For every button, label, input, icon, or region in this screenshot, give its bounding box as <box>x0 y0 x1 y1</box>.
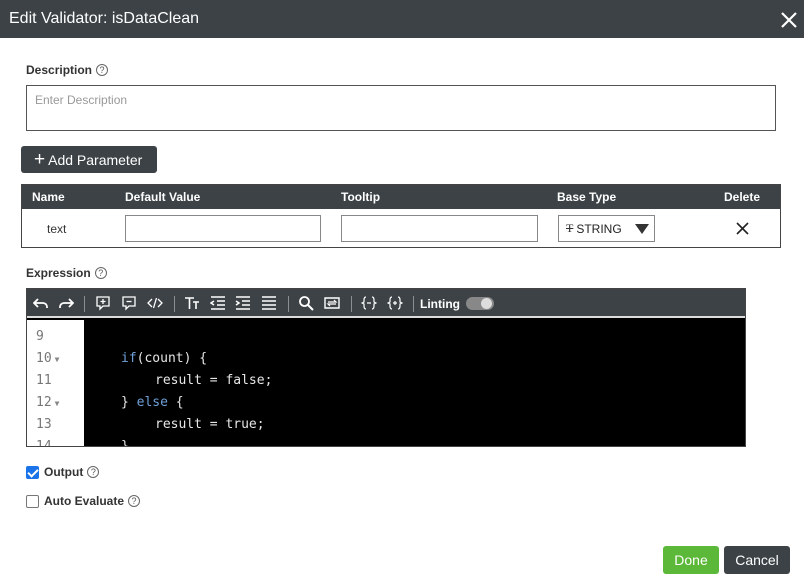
code-area[interactable]: if(count) { result = false; } else { res… <box>84 320 745 446</box>
toolbar-divider <box>413 296 414 312</box>
parameters-table: Name Default Value Tooltip Base Type Del… <box>21 184 781 248</box>
caret-down-icon <box>635 224 649 234</box>
expression-label: Expression? <box>26 266 107 280</box>
justify-icon[interactable] <box>260 294 278 312</box>
line-number: 10 ▼ <box>36 351 60 366</box>
fold-arrow-icon[interactable]: ▼ <box>55 399 60 408</box>
description-label: Description? <box>26 63 109 77</box>
line-number: 14 <box>36 439 52 446</box>
expand-brackets-icon[interactable] <box>386 294 404 312</box>
code-line: } <box>121 439 129 446</box>
linting-toggle[interactable] <box>466 297 494 310</box>
close-icon[interactable] <box>779 10 799 30</box>
auto-evaluate-checkbox[interactable] <box>26 495 39 508</box>
output-label: Output? <box>44 465 100 479</box>
toggle-knob <box>481 298 492 309</box>
add-parameter-button[interactable]: + Add Parameter <box>21 146 157 173</box>
cancel-button[interactable]: Cancel <box>724 546 790 574</box>
default-value-input[interactable] <box>125 215 321 242</box>
line-number: 13 <box>36 417 52 432</box>
line-number: 12 ▼ <box>36 395 60 410</box>
plus-icon: + <box>34 149 46 170</box>
help-icon[interactable]: ? <box>96 64 109 76</box>
code-line: result = true; <box>155 417 265 432</box>
string-type-icon: T <box>566 221 574 235</box>
search-icon[interactable] <box>297 294 315 312</box>
done-button[interactable]: Done <box>663 546 719 574</box>
delete-param-icon[interactable] <box>735 221 750 236</box>
line-number-gutter: 9 10▼ 11 12▼ 13 14 <box>27 320 84 446</box>
dialog-title: Edit Validator: isDataClean <box>9 10 200 27</box>
remove-comment-icon[interactable] <box>120 294 138 312</box>
toolbar-divider <box>351 296 352 312</box>
code-tag-icon[interactable] <box>146 294 164 312</box>
toolbar-divider <box>174 296 175 312</box>
param-name: text <box>47 222 67 236</box>
description-input[interactable]: Enter Description <box>26 85 776 131</box>
fold-arrow-icon[interactable]: ▼ <box>55 355 60 364</box>
base-type-value: STRING <box>576 221 622 236</box>
indent-icon[interactable] <box>234 294 252 312</box>
undo-icon[interactable] <box>32 294 50 312</box>
line-number: 9 <box>36 329 44 344</box>
output-checkbox[interactable] <box>26 466 39 479</box>
code-line: if(count) { <box>121 351 208 366</box>
column-header-delete: Delete <box>724 190 761 204</box>
help-icon[interactable]: ? <box>94 267 107 279</box>
toolbar-divider <box>84 296 85 312</box>
dialog-titlebar: Edit Validator: isDataClean <box>0 0 804 38</box>
redo-icon[interactable] <box>57 294 75 312</box>
toolbar-divider <box>288 296 289 312</box>
help-icon[interactable]: ? <box>87 466 100 478</box>
column-header-name: Name <box>32 190 65 204</box>
base-type-select[interactable]: T STRING <box>558 215 655 242</box>
add-parameter-label: Add Parameter <box>48 151 143 168</box>
description-placeholder: Enter Description <box>35 93 128 107</box>
auto-evaluate-label: Auto Evaluate? <box>44 494 141 508</box>
column-header-default-value: Default Value <box>125 190 201 204</box>
replace-icon[interactable] <box>323 294 341 312</box>
column-header-tooltip: Tooltip <box>341 190 381 204</box>
code-line: } else { <box>121 395 184 410</box>
line-number: 11 <box>36 373 52 388</box>
help-icon[interactable]: ? <box>128 495 141 507</box>
code-editor[interactable]: Linting 9 10▼ 11 12▼ 13 14 if(count) { r… <box>26 288 746 447</box>
collapse-brackets-icon[interactable] <box>360 294 378 312</box>
text-size-icon[interactable] <box>183 294 201 312</box>
code-line: result = false; <box>155 373 273 388</box>
outdent-icon[interactable] <box>209 294 227 312</box>
linting-label: Linting <box>420 297 460 311</box>
column-header-base-type: Base Type <box>557 190 617 204</box>
editor-toolbar: Linting <box>27 289 745 318</box>
tooltip-input[interactable] <box>341 215 538 242</box>
table-header: Name Default Value Tooltip Base Type Del… <box>22 185 780 209</box>
add-comment-icon[interactable] <box>94 294 112 312</box>
